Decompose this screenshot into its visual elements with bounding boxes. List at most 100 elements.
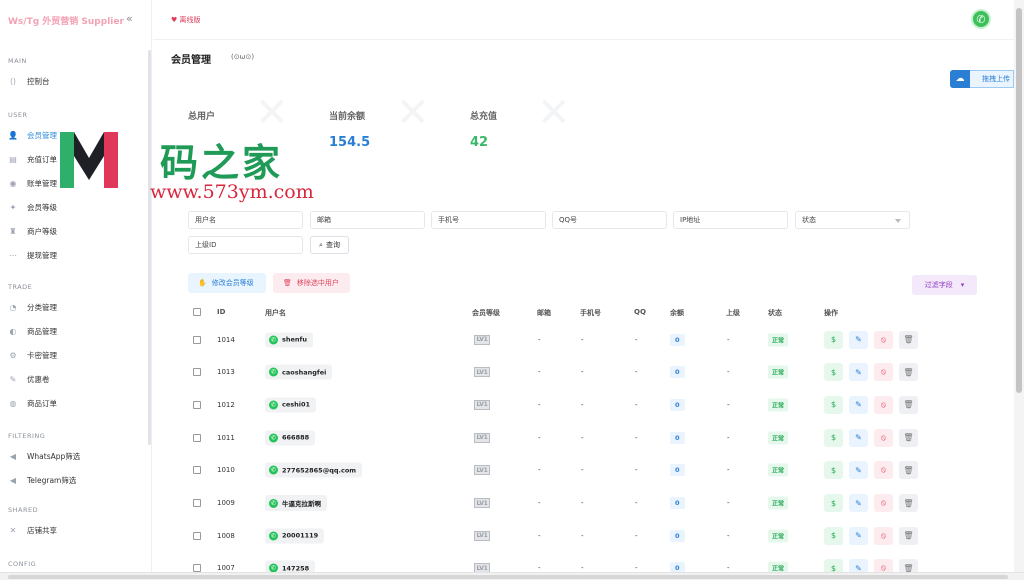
username-tag[interactable]: ✆ 277652865@qq.com [265,462,363,478]
recharge-button[interactable]: $ [824,461,843,480]
sidebar-item-label: WhatsApp筛选 [27,451,81,461]
row-checkbox[interactable] [193,531,201,540]
qq-filter-input[interactable]: QQ号 [552,211,667,229]
username-filter-input[interactable]: 用户名 [188,211,303,229]
sidebar-item[interactable]: ✕ 店铺共享 [8,522,57,538]
topbar: ♥ 离线版 ✆ [153,0,1014,40]
delete-button[interactable]: 🗑 [899,461,918,480]
edit-user-button[interactable]: ✎ [849,461,868,480]
sidebar-item[interactable]: ◔ 分类管理 [8,299,58,315]
sidebar-item[interactable]: ✦ 会员等级 [8,199,57,215]
ban-button[interactable]: ⦸ [874,526,893,545]
edit-user-button[interactable]: ✎ [849,494,868,512]
row-checkbox[interactable] [193,368,201,377]
user-id: 1012 [217,400,235,409]
sidebar-item-label: 优惠卷 [27,374,50,384]
email-filter-input[interactable]: 邮箱 [310,211,425,229]
parent-value: - [727,335,730,344]
username-tag[interactable]: ✆ ceshi01 [265,397,317,413]
sidebar-item[interactable]: ◐ 商品管理 [8,323,58,339]
edit-user-icon: ✎ [855,335,862,344]
row-checkbox[interactable] [193,335,201,344]
sidebar-item[interactable]: ◉ 账单管理 [8,175,58,191]
remove-selected-button[interactable]: 🗑 移除选中用户 [273,273,350,293]
balance-badge: 0 [670,529,685,542]
recharge-button[interactable]: $ [824,494,843,512]
parent-id-filter-input[interactable]: 上级ID [188,236,303,254]
ban-button[interactable]: ⦸ [874,330,893,349]
ban-button[interactable]: ⦸ [874,461,893,480]
row-checkbox[interactable] [193,499,201,507]
delete-button[interactable]: 🗑 [899,395,918,414]
horizontal-scrollbar-thumb[interactable] [8,575,1008,579]
sidebar-item[interactable]: ⋯ 提现管理 [8,247,57,263]
sidebar-item[interactable]: ◀ Telegram筛选 [8,472,76,488]
drag-upload-button[interactable]: ☁ 拖拽上传 [950,70,1014,88]
delete-button[interactable]: 🗑 [899,526,918,545]
username-tag[interactable]: ✆ shenfu [265,332,313,347]
whatsapp-icon: ✆ [269,498,278,508]
remove-selected-label: 移除选中用户 [296,279,339,287]
edit-user-button[interactable]: ✎ [849,363,868,382]
recharge-button[interactable]: $ [824,395,843,414]
sidebar-item[interactable]: ◀ WhatsApp筛选 [8,448,80,464]
drag-upload-label: 拖拽上传 [982,75,1010,83]
edit-user-button[interactable]: ✎ [849,330,868,349]
ban-button[interactable]: ⦸ [874,428,893,447]
row-checkbox[interactable] [193,400,201,409]
category-icon: ◔ [9,302,17,312]
phone-filter-input[interactable]: 手机号 [431,211,546,229]
receipt-icon: ▤ [9,154,17,164]
edit-level-button[interactable]: ✋ 修改会员等级 [188,273,266,293]
edit-user-button[interactable]: ✎ [849,526,868,545]
delete-icon: 🗑 [903,367,914,377]
email-value: - [538,499,541,507]
filter-fields-button[interactable]: 过滤字段 ▾ [912,275,977,295]
column-header: QQ [634,308,646,316]
ban-button[interactable]: ⦸ [874,363,893,382]
page-scrollbar[interactable] [1014,0,1024,572]
delete-button[interactable]: 🗑 [899,494,918,512]
sidebar-item[interactable]: ▤ 充值订单 [8,151,57,167]
delete-button[interactable]: 🗑 [899,428,918,447]
sidebar-section-title: TRADE [8,283,33,291]
sidebar-section-title: FILTERING [8,432,46,440]
sidebar-item[interactable]: ⟨⟩ 控制台 [8,73,50,89]
recharge-button[interactable]: $ [824,330,843,349]
username-tag[interactable]: ✆ caoshangfei [265,364,333,380]
sidebar-item-label: 会员管理 [27,130,57,140]
delete-button[interactable]: 🗑 [899,363,918,382]
sidebar-item[interactable]: 👤 会员管理 [8,127,57,143]
sidebar-item-label: 账单管理 [27,178,57,188]
username-tag[interactable]: ✆ 666888 [265,430,316,446]
ip-filter-input[interactable]: IP地址 [673,211,788,229]
sidebar-item[interactable]: ⚙ 卡密管理 [8,347,57,363]
recharge-button[interactable]: $ [824,428,843,447]
delete-button[interactable]: 🗑 [899,330,918,349]
collapse-sidebar-icon[interactable]: « [126,12,133,25]
user-avatar[interactable]: ✆ [971,9,991,29]
whatsapp-icon: ✆ [269,465,278,475]
sidebar-item[interactable]: ✎ 优惠卷 [8,371,50,387]
row-checkbox[interactable] [193,466,201,475]
username-tag[interactable]: ✆ 牛逼克拉斯啊 [265,495,327,511]
table-row: 1008 ✆ 20001119 LV1 - - - 0 - 正常 $ ✎ ⦸ 🗑 [188,519,924,552]
search-button[interactable]: ⌕ 查询 [310,236,349,254]
ban-button[interactable]: ⦸ [874,395,893,414]
whatsapp-icon: ✆ [269,433,278,443]
sidebar-scrollbar[interactable] [148,50,151,445]
username-tag[interactable]: ✆ 20001119 [265,528,325,544]
recharge-button[interactable]: $ [824,363,843,382]
sidebar-item[interactable]: ◍ 商品订单 [8,395,58,411]
sidebar-item[interactable]: ♜ 商户等级 [8,223,57,239]
recharge-button[interactable]: $ [824,526,843,545]
page-scrollbar-thumb[interactable] [1016,8,1022,393]
ban-button[interactable]: ⦸ [874,494,893,512]
column-header: 会员等级 [472,309,500,317]
edit-user-button[interactable]: ✎ [849,428,868,447]
edit-user-button[interactable]: ✎ [849,395,868,414]
horizontal-scrollbar[interactable] [0,572,1024,580]
row-checkbox[interactable] [193,433,201,442]
status-filter-select[interactable]: 状态 [795,211,910,229]
header-checkbox[interactable] [193,308,201,316]
